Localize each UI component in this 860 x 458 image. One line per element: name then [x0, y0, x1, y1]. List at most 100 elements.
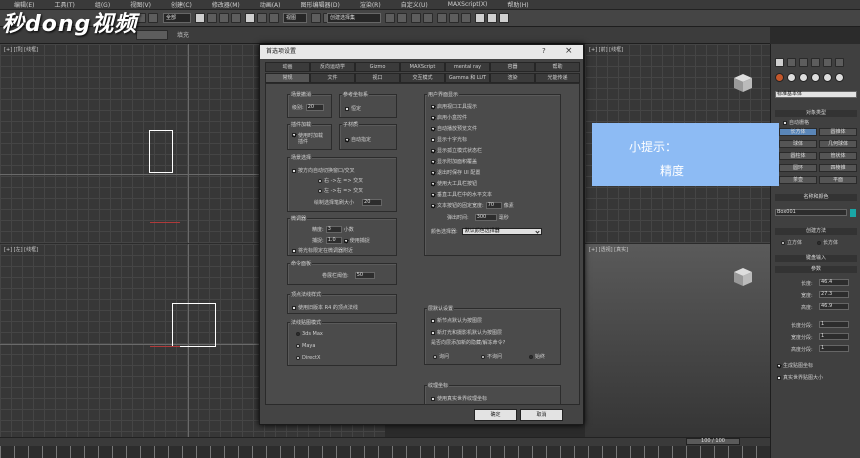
menu-rendering[interactable]: 渲染(R): [360, 0, 381, 9]
length-spinner[interactable]: 46.4: [819, 279, 849, 286]
ask-radio[interactable]: 询问: [433, 353, 449, 360]
tab-rendering[interactable]: 渲染: [490, 73, 535, 83]
menu-graph-editors[interactable]: 图形编辑器(D): [301, 0, 340, 9]
maya-radio[interactable]: Maya: [296, 343, 315, 349]
track-ruler[interactable]: [0, 446, 770, 458]
ref-coord-dropdown[interactable]: 视图: [283, 13, 307, 23]
spacewarps-icon[interactable]: [835, 73, 844, 82]
always-radio[interactable]: 始终: [529, 353, 545, 360]
undo-icon[interactable]: [136, 13, 146, 23]
auto-window-checkbox[interactable]: 按方向自动切换窗口/交叉: [292, 167, 355, 174]
gen-map-checkbox[interactable]: 生成贴图坐标: [777, 362, 813, 369]
material-editor-icon[interactable]: [461, 13, 471, 23]
parameters-header[interactable]: 参数: [775, 266, 857, 273]
cameras-icon[interactable]: [811, 73, 820, 82]
load-on-demand-checkbox[interactable]: 使用时加载 插件: [292, 133, 323, 145]
viewcube-icon[interactable]: [732, 266, 754, 288]
menu-maxscript[interactable]: MAXScript(X): [448, 1, 488, 8]
layer-icon[interactable]: [411, 13, 421, 23]
geosphere-button[interactable]: 几何球体: [819, 140, 857, 148]
menu-create[interactable]: 创建(C): [171, 0, 192, 9]
menu-modifiers[interactable]: 修改器(M): [212, 0, 240, 9]
dont-ask-radio[interactable]: 不询问: [481, 353, 502, 360]
tab-viewports[interactable]: 视口: [355, 73, 400, 83]
create-tab-icon[interactable]: [775, 58, 784, 67]
menu-customize[interactable]: 自定义(U): [401, 0, 428, 9]
wrap-cursor-checkbox[interactable]: 将光标限定在微调器附近: [292, 247, 353, 254]
overlay-checkbox[interactable]: 显示附加面积覆盖: [431, 158, 477, 165]
torus-button[interactable]: 圆环: [779, 164, 817, 172]
scale-icon[interactable]: [269, 13, 279, 23]
precision-spinner[interactable]: 3: [325, 226, 342, 233]
tab-gamma[interactable]: Gamma 和 LUT: [445, 73, 490, 83]
render-frame-icon[interactable]: [487, 13, 497, 23]
tab-interaction[interactable]: 交互模式: [400, 73, 445, 83]
sphere-button[interactable]: 球体: [779, 140, 817, 148]
close-icon[interactable]: ×: [565, 46, 573, 56]
utilities-tab-icon[interactable]: [835, 58, 844, 67]
paint-size-spinner[interactable]: 20: [362, 199, 383, 206]
name-color-header[interactable]: 名称和颜色: [775, 194, 857, 201]
tab-animation[interactable]: 动画: [265, 62, 310, 72]
viewport-left-label[interactable]: [+] [左] [线框]: [4, 246, 38, 253]
box-object[interactable]: [149, 130, 173, 173]
rotate-icon[interactable]: [257, 13, 267, 23]
real-world-texture-checkbox[interactable]: 使用真实世界纹理坐标: [431, 395, 487, 402]
teapot-button[interactable]: 茶壶: [779, 176, 817, 184]
box-object[interactable]: [172, 303, 216, 347]
object-type-header[interactable]: 对象类型: [775, 110, 857, 117]
tab-mentalray[interactable]: mental ray: [445, 62, 490, 72]
shapes-icon[interactable]: [787, 73, 796, 82]
viewport-tooltips-checkbox[interactable]: 启用视口工具提示: [431, 103, 477, 110]
tube-button[interactable]: 管状体: [819, 152, 857, 160]
mirror-icon[interactable]: [385, 13, 395, 23]
tab-ik[interactable]: 反向运动学: [310, 62, 355, 72]
box-button[interactable]: 长方体: [779, 128, 817, 136]
isolate-toolbar-checkbox[interactable]: 显示孤立模式状态栏: [431, 147, 482, 154]
lr-radio[interactable]: 左 ->右 => 交叉: [318, 187, 363, 194]
large-buttons-checkbox[interactable]: 使用大工具栏按钮: [431, 180, 477, 187]
motion-tab-icon[interactable]: [811, 58, 820, 67]
viewport-front-label[interactable]: [+] [前] [线框]: [589, 46, 623, 53]
keyboard-entry-header[interactable]: 键盘输入: [775, 255, 857, 262]
help-button[interactable]: ?: [542, 47, 546, 55]
viewcube-icon[interactable]: [732, 72, 754, 94]
select-object-icon[interactable]: [195, 13, 205, 23]
primitive-type-dropdown[interactable]: 标准基本体: [775, 91, 857, 98]
cube-radio[interactable]: 立方体: [781, 239, 802, 246]
lights-icon[interactable]: [799, 73, 808, 82]
directx-radio[interactable]: DirectX: [296, 355, 320, 361]
tab-radiosity[interactable]: 光能传递: [535, 73, 580, 83]
tab-maxscript[interactable]: MAXScript: [400, 62, 445, 72]
hierarchy-tab-icon[interactable]: [799, 58, 808, 67]
menu-help[interactable]: 帮助(H): [507, 0, 528, 9]
legacy-normals-checkbox[interactable]: 使用旧版本 R4 的顶点法线: [292, 304, 358, 311]
fixed-width-checkbox[interactable]: [431, 203, 435, 208]
align-icon[interactable]: [397, 13, 407, 23]
width-segs-spinner[interactable]: 1: [819, 333, 849, 340]
auto-assign-checkbox[interactable]: 自动指定: [345, 136, 371, 143]
menu-animation[interactable]: 动画(A): [260, 0, 281, 9]
named-selection-dropdown[interactable]: 创建选择集: [327, 13, 381, 23]
snap-spinner[interactable]: 1.0: [325, 237, 342, 244]
save-ui-checkbox[interactable]: 退出时保存 UI 配置: [431, 169, 480, 176]
plane-button[interactable]: 平面: [819, 176, 857, 184]
flyout-spinner[interactable]: 300: [474, 214, 497, 221]
pyramid-button[interactable]: 四棱锥: [819, 164, 857, 172]
horizontal-text-checkbox[interactable]: 垂直工具栏中的水平文本: [431, 191, 492, 198]
constant-checkbox[interactable]: 恒定: [345, 105, 361, 112]
tab-gizmo[interactable]: Gizmo: [355, 62, 400, 72]
tab-files[interactable]: 文件: [310, 73, 355, 83]
cylinder-button[interactable]: 圆柱体: [779, 152, 817, 160]
graphite-icon[interactable]: [423, 13, 433, 23]
modify-tab-icon[interactable]: [787, 58, 796, 67]
color-picker-dropdown[interactable]: 默认颜色选择器: [461, 228, 542, 235]
object-name-input[interactable]: Box001: [775, 209, 847, 216]
box-radio[interactable]: 长方体: [817, 239, 838, 246]
time-slider[interactable]: 100 / 100: [686, 438, 740, 445]
timeline-bar[interactable]: [0, 437, 770, 446]
width-spinner[interactable]: 27.3: [819, 291, 849, 298]
render-icon[interactable]: [499, 13, 509, 23]
3dsmax-radio[interactable]: 3ds Max: [296, 331, 323, 337]
fixed-width-spinner[interactable]: 70: [485, 202, 502, 209]
